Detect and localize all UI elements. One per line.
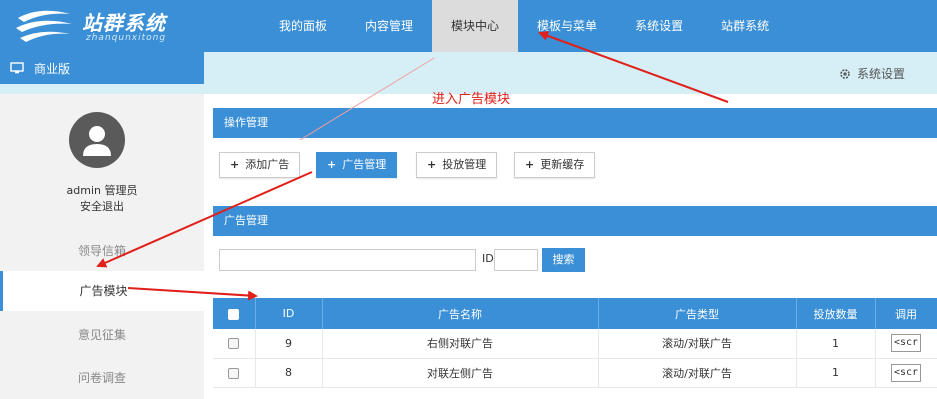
add-ad-label: 添加广告	[245, 158, 290, 171]
column-header-count: 投放数量	[796, 298, 876, 329]
cell-count: 1	[796, 358, 876, 388]
placement-manage-button[interactable]: + 投放管理	[416, 152, 498, 178]
ad-manage-label: 广告管理	[342, 158, 387, 171]
edition-label: 商业版	[34, 61, 71, 76]
ads-table: ID 广告名称 广告类型 投放数量 调用 9 右侧对联广告 滚动/对联广告 1 …	[213, 298, 937, 388]
logo[interactable]: 站群系统 zhanqunxitong	[14, 6, 214, 46]
id-label: ID	[482, 252, 494, 265]
refresh-cache-label: 更新缓存	[540, 158, 585, 171]
plus-icon: +	[427, 158, 437, 171]
id-input[interactable]	[494, 249, 538, 271]
table-row: 9 右侧对联广告 滚动/对联广告 1 <scr	[213, 329, 937, 359]
plus-icon: +	[230, 158, 240, 171]
nav-item-system[interactable]: 系统设置	[616, 0, 702, 52]
cell-name: 对联左侧广告	[322, 358, 599, 388]
logo-subtitle: zhanqunxitong	[86, 33, 167, 43]
table-header-row: ID 广告名称 广告类型 投放数量 调用	[213, 298, 937, 329]
edition-bar[interactable]: 商业版	[0, 52, 204, 84]
operations-header: 操作管理	[213, 108, 937, 138]
logo-wave-icon	[16, 10, 72, 42]
select-all-checkbox-cell[interactable]	[213, 298, 256, 329]
row-checkbox[interactable]	[228, 367, 240, 379]
nav-item-modules[interactable]: 模块中心	[432, 0, 519, 52]
row-checkbox[interactable]	[228, 338, 240, 350]
column-header-id: ID	[255, 298, 323, 329]
add-ad-button[interactable]: + 添加广告	[219, 152, 301, 178]
refresh-cache-button[interactable]: + 更新缓存	[514, 152, 596, 178]
cell-id: 9	[255, 329, 323, 359]
user-silhouette-icon	[83, 126, 111, 156]
placement-manage-label: 投放管理	[442, 158, 487, 171]
sidebar-item-leader-mailbox[interactable]: 领导信箱	[0, 231, 204, 271]
column-header-type: 广告类型	[598, 298, 797, 329]
column-header-call: 调用	[875, 298, 937, 329]
sidebar-item-ad-module[interactable]: 广告模块	[0, 271, 204, 311]
sidebar-item-opinion[interactable]: 意见征集	[0, 315, 204, 355]
select-all-checkbox[interactable]	[228, 308, 240, 320]
nav-item-dashboard[interactable]: 我的面板	[260, 0, 346, 52]
cell-type: 滚动/对联广告	[598, 329, 797, 359]
logo-title: 站群系统	[82, 11, 166, 35]
ad-management-header: 广告管理	[213, 206, 937, 236]
search-button[interactable]: 搜索	[542, 248, 585, 272]
nav-item-sites[interactable]: 站群系统	[702, 0, 788, 52]
cell-count: 1	[796, 329, 876, 359]
search-input[interactable]	[219, 249, 476, 271]
cell-id: 8	[255, 358, 323, 388]
column-header-name: 广告名称	[322, 298, 599, 329]
cell-type: 滚动/对联广告	[598, 358, 797, 388]
annotation-text: 进入广告模块	[432, 92, 511, 107]
nav-item-content[interactable]: 内容管理	[346, 0, 432, 52]
sidebar: admin 管理员 安全退出 领导信箱 广告模块 意见征集 问卷调查	[0, 94, 204, 399]
top-nav: 我的面板 内容管理 模块中心 模板与菜单 系统设置 站群系统	[260, 0, 788, 52]
gear-icon	[840, 68, 850, 79]
system-settings-label: 系统设置	[856, 67, 905, 81]
system-settings-link[interactable]: 系统设置	[839, 65, 905, 82]
nav-item-templates[interactable]: 模板与菜单	[518, 0, 616, 52]
table-row: 8 对联左侧广告 滚动/对联广告 1 <scr	[213, 358, 937, 388]
sidebar-item-survey[interactable]: 问卷调查	[0, 358, 204, 398]
call-code-field[interactable]: <scr	[891, 334, 921, 353]
logout-link[interactable]: 安全退出	[0, 198, 204, 214]
ad-manage-button[interactable]: + 广告管理	[316, 152, 398, 178]
user-avatar-icon[interactable]	[69, 112, 125, 168]
call-code-field[interactable]: <scr	[891, 363, 921, 382]
plus-icon: +	[327, 158, 337, 171]
monitor-icon	[10, 62, 24, 74]
plus-icon: +	[525, 158, 535, 171]
top-bar: 站群系统 zhanqunxitong 我的面板 内容管理 模块中心 模板与菜单 …	[0, 0, 937, 52]
cell-name: 右侧对联广告	[322, 329, 599, 359]
user-name: admin 管理员	[66, 184, 138, 197]
